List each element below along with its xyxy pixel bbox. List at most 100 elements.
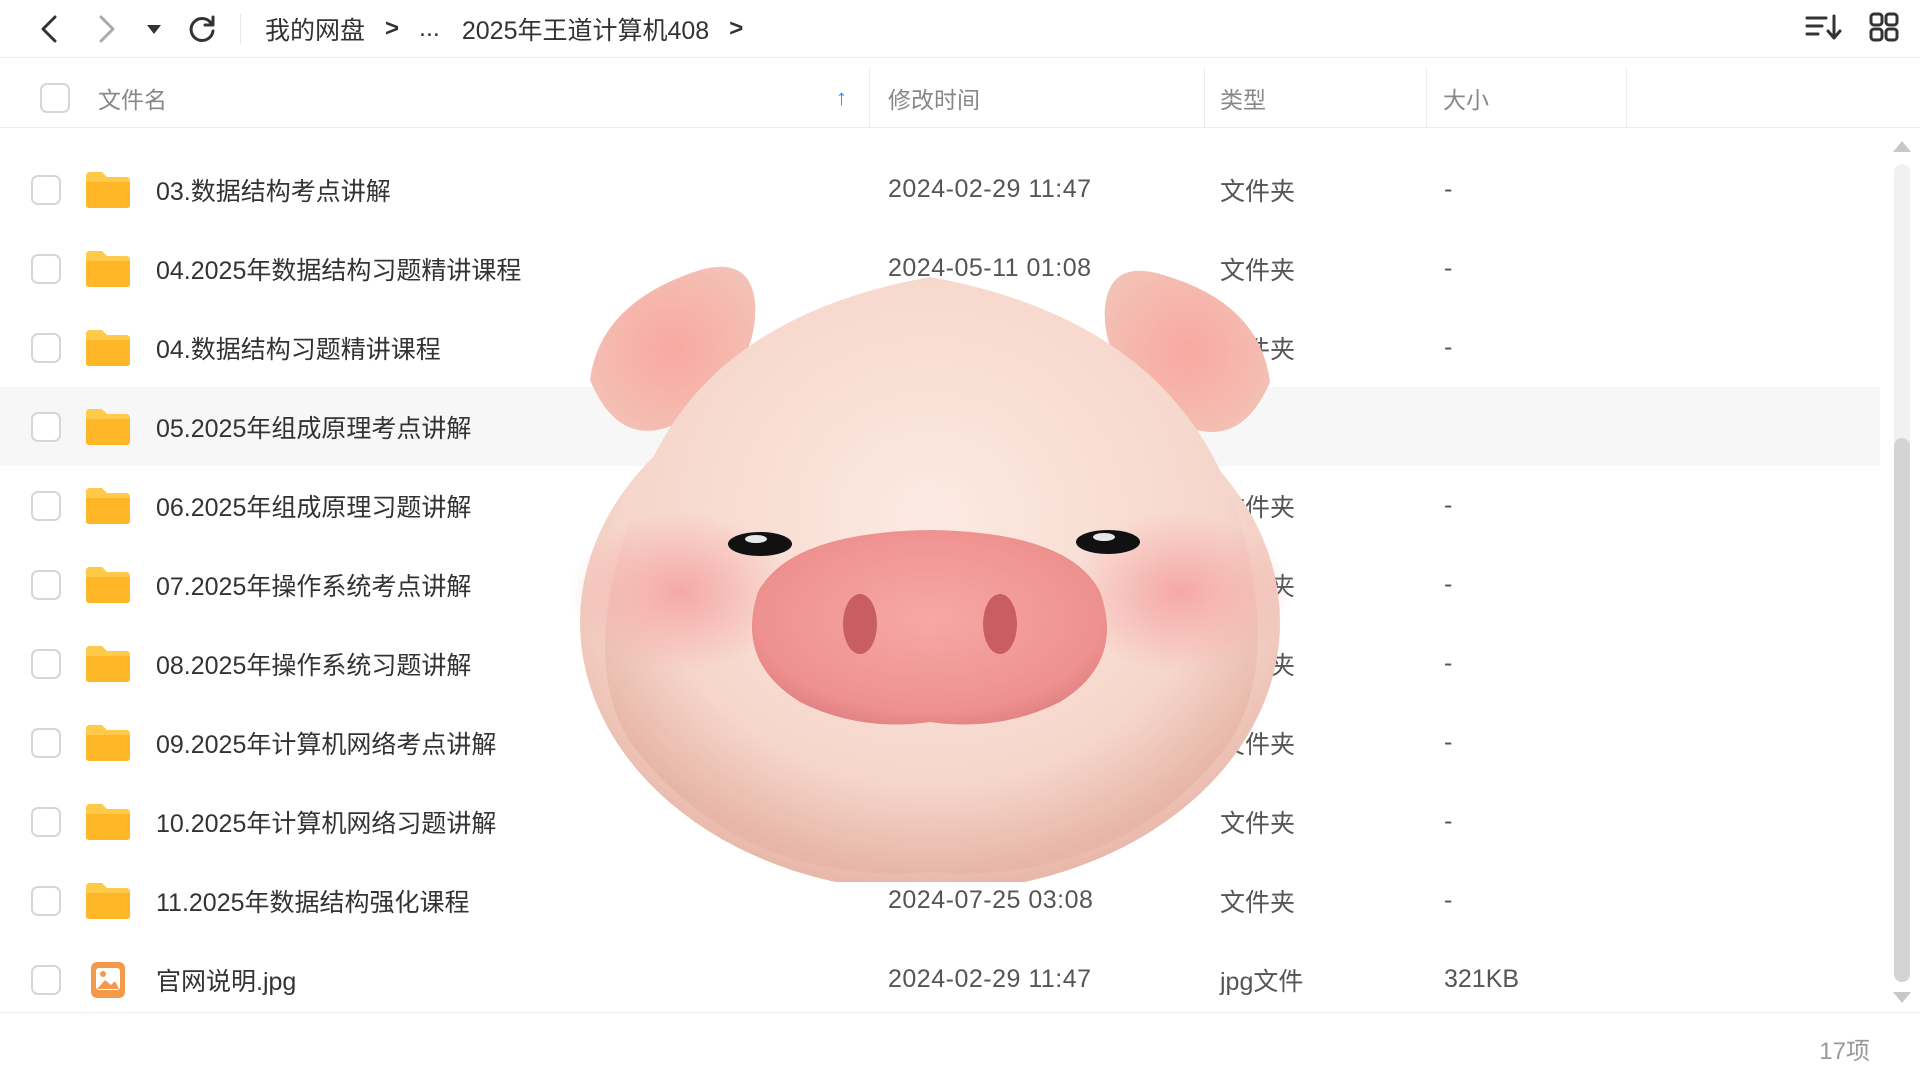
table-row[interactable]: 03.数据结构考点讲解 2024-02-29 11:47 文件夹 - [0, 150, 1880, 229]
header-type-column[interactable]: 类型 [1205, 67, 1427, 128]
file-type: 文件夹 [1220, 256, 1296, 285]
sort-ascending-icon: ↑ [836, 84, 847, 110]
file-name[interactable]: 08.2025年操作系统习题讲解 [156, 646, 856, 682]
file-size: - [1444, 570, 1453, 598]
item-count: 17项 [1819, 1038, 1870, 1065]
sort-button[interactable] [1804, 12, 1842, 47]
table-row[interactable]: 08.2025年操作系统习题讲解 文件夹 - [0, 624, 1880, 703]
table-row[interactable]: 09.2025年计算机网络考点讲解 文件夹 - [0, 703, 1880, 782]
file-size: - [1444, 728, 1453, 756]
image-file-icon [84, 960, 132, 1000]
row-checkbox[interactable] [31, 253, 61, 284]
folder-icon [84, 407, 132, 447]
file-size: - [1444, 333, 1453, 361]
row-checkbox[interactable] [31, 411, 61, 442]
file-modified-time: 2024-02-29 11:47 [888, 965, 1092, 993]
breadcrumb-ellipsis[interactable]: ... [413, 14, 446, 43]
sort-list-icon [1805, 14, 1842, 39]
file-size: - [1444, 649, 1453, 677]
file-list: 03.数据结构考点讲解 2024-02-29 11:47 文件夹 - 04.20… [0, 150, 1880, 1019]
file-type: 文件夹 [1220, 888, 1296, 917]
folder-icon [84, 881, 132, 921]
row-checkbox[interactable] [31, 332, 61, 363]
chevron-right-icon [99, 15, 115, 42]
breadcrumb: 我的网盘 > ... 2025年王道计算机408 > [259, 11, 757, 47]
scroll-up-icon[interactable] [1891, 138, 1913, 154]
table-row[interactable]: 07.2025年操作系统考点讲解 文件夹 - [0, 545, 1880, 624]
file-modified-time: 2024-07-25 03:08 [888, 886, 1094, 914]
file-name[interactable]: 10.2025年计算机网络习题讲解 [156, 804, 856, 840]
file-type: 文件夹 [1220, 730, 1296, 759]
file-name[interactable]: 07.2025年操作系统考点讲解 [156, 567, 856, 603]
row-checkbox[interactable] [31, 885, 61, 916]
row-checkbox[interactable] [31, 569, 61, 600]
breadcrumb-separator: > [385, 14, 400, 42]
file-name[interactable]: 04.数据结构习题精讲课程 [156, 330, 856, 366]
header-modified-column[interactable]: 修改时间 [870, 67, 1205, 128]
toolbar-divider [240, 13, 241, 44]
file-name[interactable]: 05.2025年组成原理考点讲解 [156, 409, 856, 445]
file-name[interactable]: 官网说明.jpg [156, 962, 856, 998]
file-name[interactable]: 11.2025年数据结构强化课程 [156, 883, 856, 919]
folder-icon [84, 565, 132, 605]
file-modified-time: 2024-05-11 01:08 [888, 254, 1092, 282]
file-name[interactable]: 03.数据结构考点讲解 [156, 172, 856, 208]
file-type: 文件夹 [1220, 572, 1296, 601]
file-size: - [1444, 886, 1453, 914]
file-type: 文件夹 [1220, 335, 1296, 364]
back-button[interactable] [22, 0, 78, 58]
refresh-icon [189, 15, 215, 42]
row-checkbox[interactable] [31, 174, 61, 205]
folder-icon [84, 486, 132, 526]
table-row[interactable]: 05.2025年组成原理考点讲解 [0, 387, 1880, 466]
folder-icon [84, 802, 132, 842]
row-checkbox[interactable] [31, 648, 61, 679]
table-row[interactable]: 10.2025年计算机网络习题讲解 文件夹 - [0, 782, 1880, 861]
toolbar: 我的网盘 > ... 2025年王道计算机408 > [0, 0, 1920, 58]
file-name[interactable]: 06.2025年组成原理习题讲解 [156, 488, 856, 524]
file-modified-time: 2024-02-29 11:47 [888, 175, 1092, 203]
header-name-label: 文件名 [98, 86, 167, 113]
select-all-checkbox[interactable] [40, 82, 70, 113]
folder-icon [84, 644, 132, 684]
folder-icon [84, 328, 132, 368]
breadcrumb-current[interactable]: 2025年王道计算机408 [456, 11, 715, 47]
folder-icon [84, 249, 132, 289]
row-checkbox[interactable] [31, 727, 61, 758]
file-size: - [1444, 175, 1453, 203]
table-row[interactable]: 04.数据结构习题精讲课程 文件夹 - [0, 308, 1880, 387]
scroll-down-icon[interactable] [1891, 990, 1913, 1006]
table-row[interactable]: 04.2025年数据结构习题精讲课程 2024-05-11 01:08 文件夹 … [0, 229, 1880, 308]
header-size-column[interactable]: 大小 [1427, 67, 1627, 128]
header-name-column[interactable]: 文件名 ↑ [0, 67, 870, 128]
file-size: - [1444, 254, 1453, 282]
table-row[interactable]: 11.2025年数据结构强化课程 2024-07-25 03:08 文件夹 - [0, 861, 1880, 940]
header-size-label: 大小 [1443, 86, 1489, 113]
refresh-button[interactable] [174, 0, 230, 58]
file-type: jpg文件 [1220, 967, 1304, 996]
file-size: - [1444, 491, 1453, 519]
file-type: 文件夹 [1220, 493, 1296, 522]
folder-icon [84, 723, 132, 763]
view-toggle-button[interactable] [1868, 11, 1900, 48]
file-size: 321KB [1444, 965, 1520, 993]
grid-view-icon [1869, 12, 1899, 41]
breadcrumb-root[interactable]: 我的网盘 [259, 11, 371, 47]
scroll-thumb[interactable] [1894, 438, 1910, 982]
breadcrumb-separator: > [729, 14, 744, 42]
toolbar-actions [1804, 0, 1900, 58]
file-name[interactable]: 04.2025年数据结构习题精讲课程 [156, 251, 856, 287]
vertical-scrollbar[interactable] [1886, 138, 1916, 1008]
table-row[interactable]: 06.2025年组成原理习题讲解 文件夹 - [0, 466, 1880, 545]
row-checkbox[interactable] [31, 806, 61, 837]
history-dropdown-button[interactable] [134, 0, 174, 58]
row-checkbox[interactable] [31, 964, 61, 995]
caret-down-icon [147, 24, 161, 34]
file-name[interactable]: 09.2025年计算机网络考点讲解 [156, 725, 856, 761]
row-checkbox[interactable] [31, 490, 61, 521]
folder-icon [84, 170, 132, 210]
file-type: 文件夹 [1220, 651, 1296, 680]
header-modified-label: 修改时间 [888, 86, 980, 113]
table-row[interactable]: 官网说明.jpg 2024-02-29 11:47 jpg文件 321KB [0, 940, 1880, 1019]
forward-button[interactable] [78, 0, 134, 58]
